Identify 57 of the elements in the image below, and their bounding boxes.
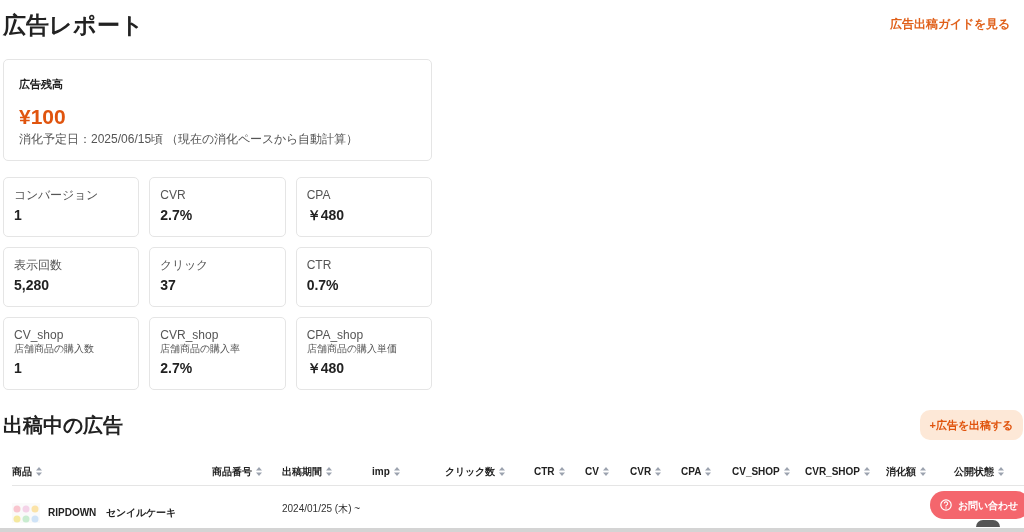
metric-sublabel: 店舗商品の購入数 <box>14 342 95 355</box>
balance-note: 消化予定日：2025/06/15頃 （現在の消化ペースから自動計算） <box>19 130 360 148</box>
metric-label: CTR <box>306 258 333 272</box>
period-cell-text: 2024/01/25 (木) ~ <box>282 502 362 516</box>
sort-icon <box>920 467 926 476</box>
sort-icon <box>602 467 609 476</box>
sort-icon <box>558 467 565 476</box>
page-title: 広告レポート <box>3 11 144 40</box>
column-header[interactable]: CVR <box>630 464 681 479</box>
sort-icon <box>393 467 400 476</box>
metric-sublabel: 店舗商品の購入率 <box>160 342 242 355</box>
sort-icon <box>36 467 42 476</box>
help-icon <box>940 499 952 511</box>
column-header[interactable]: CTR <box>534 464 585 479</box>
metric-label: コンバージョン <box>14 188 99 202</box>
metric-label: CVR <box>160 188 187 202</box>
guide-link[interactable]: 広告出稿ガイドを見る <box>890 16 1010 32</box>
column-header[interactable]: CV_SHOP <box>732 464 805 479</box>
column-header[interactable]: 商品番号 <box>212 464 282 479</box>
sort-icon <box>499 467 505 476</box>
sort-icon <box>864 467 870 476</box>
section-title: 出稿中の広告 <box>3 413 123 438</box>
column-header[interactable]: CV <box>585 464 630 479</box>
metric-label: CPA_shop <box>306 328 365 342</box>
column-header[interactable]: imp <box>372 464 445 479</box>
metric-value: 37 <box>160 276 177 295</box>
publish-toggle[interactable] <box>975 520 1000 527</box>
metric-value: 1 <box>14 359 23 378</box>
sort-icon <box>705 467 712 476</box>
column-header[interactable]: 公開状態 <box>954 464 1021 479</box>
metric-value: 2.7% <box>160 359 194 378</box>
balance-label: 広告残高 <box>19 77 64 92</box>
metric-value: 5,280 <box>14 276 51 295</box>
sort-icon <box>326 467 332 476</box>
sort-icon <box>998 467 1004 476</box>
column-header[interactable]: クリック数 <box>445 464 534 479</box>
sort-icon <box>256 467 262 476</box>
sort-icon <box>655 467 662 476</box>
balance-amount: ¥100 <box>19 103 67 130</box>
column-header[interactable]: CPA <box>681 464 732 479</box>
column-header[interactable]: 消化額 <box>886 464 954 479</box>
metric-value: ￥480 <box>306 206 345 225</box>
metric-sublabel: 店舗商品の購入単価 <box>306 342 398 355</box>
product-name: RIPDOWN センイルケーキ <box>48 506 177 520</box>
metric-value: 1 <box>14 206 23 225</box>
metric-value: 2.7% <box>160 206 194 225</box>
column-header[interactable]: 商品 <box>12 464 212 479</box>
metric-label: CV_shop <box>14 328 65 342</box>
metric-label: CPA <box>306 188 332 202</box>
column-header[interactable]: CVR_SHOP <box>805 464 886 479</box>
metric-value: 0.7% <box>306 276 340 295</box>
column-header[interactable]: 出稿期間 <box>282 464 372 479</box>
metric-label: CVR_shop <box>160 328 220 342</box>
sort-icon <box>783 467 790 476</box>
metric-value: ￥480 <box>306 359 345 378</box>
metric-label: クリック <box>160 258 210 272</box>
metric-label: 表示回数 <box>14 258 63 272</box>
